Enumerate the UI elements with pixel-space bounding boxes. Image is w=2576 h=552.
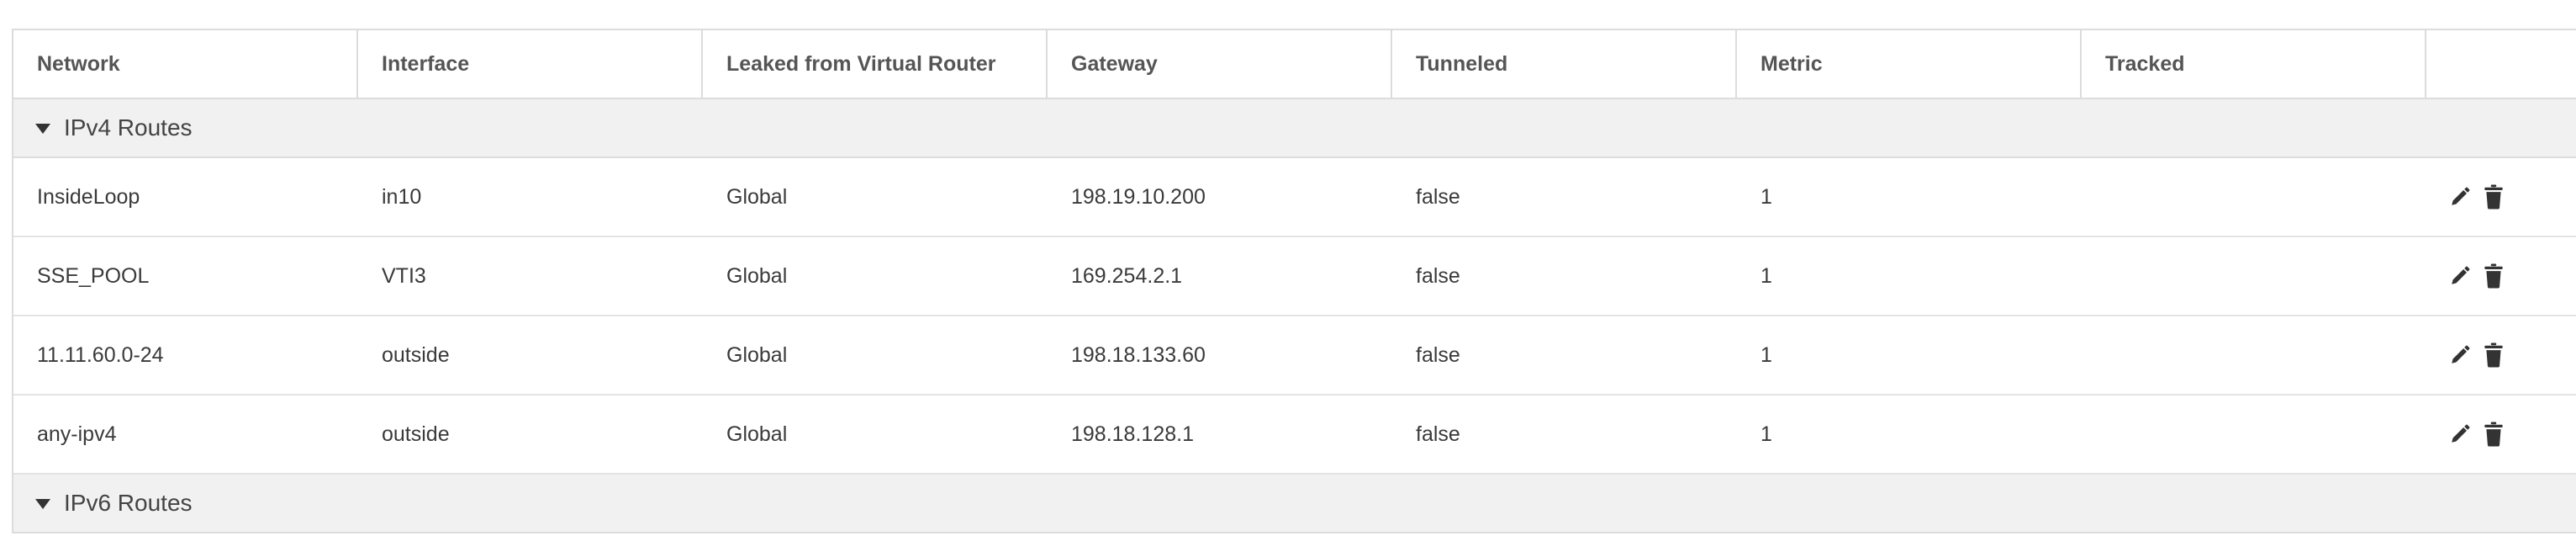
cell-leaked-from-virtual-router: Global bbox=[726, 263, 788, 288]
column-header-interface[interactable]: Interface bbox=[358, 30, 703, 98]
pencil-icon bbox=[2452, 424, 2470, 443]
trash-icon bbox=[2484, 422, 2503, 447]
cell-leaked-from-virtual-router: Global bbox=[726, 342, 788, 367]
trash-icon bbox=[2484, 342, 2503, 368]
caret-down-icon bbox=[35, 499, 50, 509]
static-routes-table: Network Interface Leaked from Virtual Ro… bbox=[12, 29, 2576, 533]
column-header-metric[interactable]: Metric bbox=[1737, 30, 2082, 98]
edit-button[interactable] bbox=[2448, 263, 2472, 289]
delete-button[interactable] bbox=[2482, 183, 2505, 210]
row-actions bbox=[2426, 237, 2576, 315]
ipv6-routes-group-label: IPv6 Routes bbox=[64, 490, 193, 516]
edit-button[interactable] bbox=[2448, 183, 2472, 210]
cell-network: any-ipv4 bbox=[37, 422, 117, 446]
table-header: Network Interface Leaked from Virtual Ro… bbox=[13, 30, 2576, 99]
cell-tunneled: false bbox=[1416, 263, 1460, 288]
trash-icon bbox=[2484, 263, 2503, 289]
cell-tunneled: false bbox=[1416, 422, 1460, 446]
pencil-icon bbox=[2452, 187, 2470, 205]
table-row[interactable]: InsideLoop in10 Global 198.19.10.200 fal… bbox=[13, 158, 2576, 237]
cell-tracked bbox=[2082, 316, 2426, 394]
cell-interface: in10 bbox=[382, 184, 422, 209]
column-header-tracked[interactable]: Tracked bbox=[2082, 30, 2426, 98]
cell-gateway: 198.18.128.1 bbox=[1071, 422, 1194, 446]
cell-network: SSE_POOL bbox=[37, 263, 150, 288]
ipv6-routes-group-toggle[interactable]: IPv6 Routes bbox=[13, 475, 2576, 533]
edit-button[interactable] bbox=[2448, 421, 2472, 448]
cell-tunneled: false bbox=[1416, 342, 1460, 367]
column-header-actions bbox=[2426, 30, 2576, 98]
table-row[interactable]: any-ipv4 outside Global 198.18.128.1 fal… bbox=[13, 395, 2576, 475]
cell-tracked bbox=[2082, 158, 2426, 236]
cell-network: InsideLoop bbox=[37, 184, 140, 209]
cell-metric: 1 bbox=[1760, 422, 1772, 446]
delete-button[interactable] bbox=[2482, 263, 2505, 289]
trash-icon bbox=[2484, 184, 2503, 210]
caret-down-icon bbox=[35, 124, 50, 134]
cell-interface: outside bbox=[382, 342, 450, 367]
row-actions bbox=[2426, 316, 2576, 394]
cell-leaked-from-virtual-router: Global bbox=[726, 422, 788, 446]
row-actions bbox=[2426, 395, 2576, 473]
column-header-gateway[interactable]: Gateway bbox=[1048, 30, 1392, 98]
cell-interface: VTI3 bbox=[382, 263, 426, 288]
ipv4-routes-list: InsideLoop in10 Global 198.19.10.200 fal… bbox=[13, 158, 2576, 475]
cell-leaked-from-virtual-router: Global bbox=[726, 184, 788, 209]
column-header-tunneled[interactable]: Tunneled bbox=[1392, 30, 1737, 98]
cell-tracked bbox=[2082, 395, 2426, 473]
column-header-leaked-from-virtual-router[interactable]: Leaked from Virtual Router bbox=[703, 30, 1048, 98]
cell-interface: outside bbox=[382, 422, 450, 446]
cell-gateway: 169.254.2.1 bbox=[1071, 263, 1183, 288]
table-row[interactable]: SSE_POOL VTI3 Global 169.254.2.1 false 1 bbox=[13, 237, 2576, 316]
ipv4-routes-group-label: IPv4 Routes bbox=[64, 114, 193, 141]
ipv4-routes-group-toggle[interactable]: IPv4 Routes bbox=[13, 99, 2576, 158]
pencil-icon bbox=[2452, 345, 2470, 364]
pencil-icon bbox=[2452, 266, 2470, 284]
table-row[interactable]: 11.11.60.0-24 outside Global 198.18.133.… bbox=[13, 316, 2576, 395]
edit-button[interactable] bbox=[2448, 342, 2472, 369]
cell-gateway: 198.19.10.200 bbox=[1071, 184, 1206, 209]
column-header-network[interactable]: Network bbox=[13, 30, 358, 98]
cell-metric: 1 bbox=[1760, 342, 1772, 367]
delete-button[interactable] bbox=[2482, 342, 2505, 369]
cell-metric: 1 bbox=[1760, 184, 1772, 209]
row-actions bbox=[2426, 158, 2576, 236]
cell-metric: 1 bbox=[1760, 263, 1772, 288]
delete-button[interactable] bbox=[2482, 421, 2505, 448]
cell-network: 11.11.60.0-24 bbox=[37, 342, 164, 367]
cell-gateway: 198.18.133.60 bbox=[1071, 342, 1206, 367]
cell-tunneled: false bbox=[1416, 184, 1460, 209]
cell-tracked bbox=[2082, 237, 2426, 315]
